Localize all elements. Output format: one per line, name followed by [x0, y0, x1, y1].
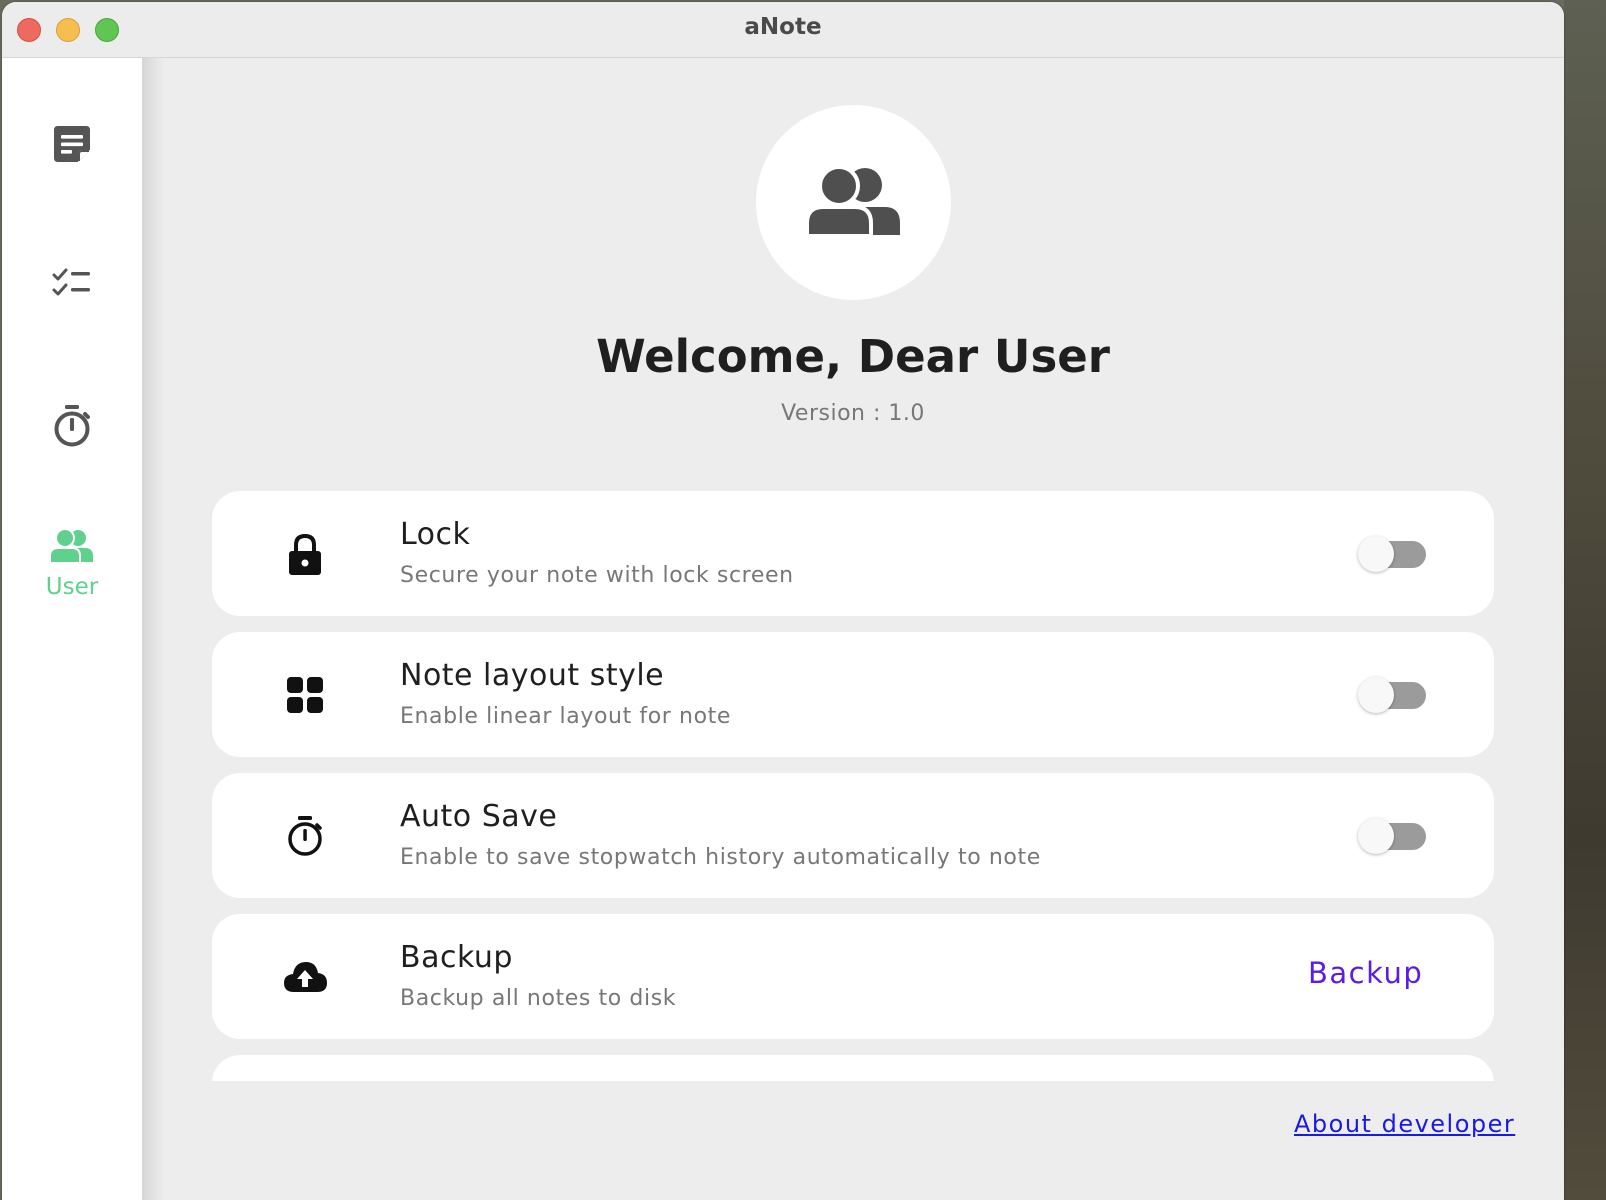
checklist-icon [2, 266, 142, 300]
welcome-heading: Welcome, Dear User [596, 330, 1110, 383]
setting-card-backup: Backup Backup all notes to disk Backup [212, 914, 1494, 1039]
setting-title: Backup [400, 940, 513, 975]
settings-list[interactable]: Lock Secure your note with lock screen N… [212, 489, 1494, 1081]
avatar [756, 105, 951, 300]
timer-icon [284, 815, 326, 857]
auto-save-toggle[interactable] [1358, 818, 1426, 854]
version-label: Version : 1.0 [781, 401, 925, 426]
note-icon [2, 124, 142, 164]
main-content: Welcome, Dear User Version : 1.0 Lock Se… [142, 58, 1564, 1200]
sidebar-item-user[interactable]: User [2, 528, 142, 600]
sidebar-item-todo[interactable] [2, 266, 142, 300]
sidebar-item-stopwatch[interactable] [2, 404, 142, 448]
grid-icon [284, 674, 326, 716]
toggle-knob [1358, 677, 1394, 713]
cloud-upload-icon [282, 956, 328, 998]
setting-card-lock: Lock Secure your note with lock screen [212, 491, 1494, 616]
desktop-background [1564, 0, 1606, 1200]
setting-title: Auto Save [400, 799, 558, 834]
timer-icon [2, 404, 142, 448]
title-bar: aNote [2, 2, 1564, 58]
setting-title: Note layout style [400, 658, 665, 693]
toggle-knob [1358, 536, 1394, 572]
setting-subtitle: Secure your note with lock screen [400, 563, 794, 588]
toggle-knob [1358, 818, 1394, 854]
about-developer-link[interactable]: About developer [1294, 1110, 1515, 1138]
window-title: aNote [744, 14, 822, 40]
app-window: aNote User Welcome, Dear User Version: … [2, 2, 1564, 1200]
users-icon [2, 528, 142, 564]
setting-card-auto-save: Auto Save Enable to save stopwatch histo… [212, 773, 1494, 898]
setting-title: Lock [400, 517, 471, 552]
setting-card-layout: Note layout style Enable linear layout f… [212, 632, 1494, 757]
lock-icon [284, 533, 326, 575]
setting-subtitle: Enable linear layout for note [400, 704, 731, 729]
sidebar: User [2, 58, 142, 1200]
setting-subtitle: Enable to save stopwatch history automat… [400, 845, 1041, 870]
sidebar-item-notes[interactable] [2, 124, 142, 164]
backup-button[interactable]: Backup [1308, 956, 1423, 990]
sidebar-item-label: User [45, 574, 99, 600]
layout-toggle[interactable] [1358, 677, 1426, 713]
setting-card-partial [212, 1055, 1494, 1081]
setting-subtitle: Backup all notes to disk [400, 986, 677, 1011]
lock-toggle[interactable] [1358, 536, 1426, 572]
